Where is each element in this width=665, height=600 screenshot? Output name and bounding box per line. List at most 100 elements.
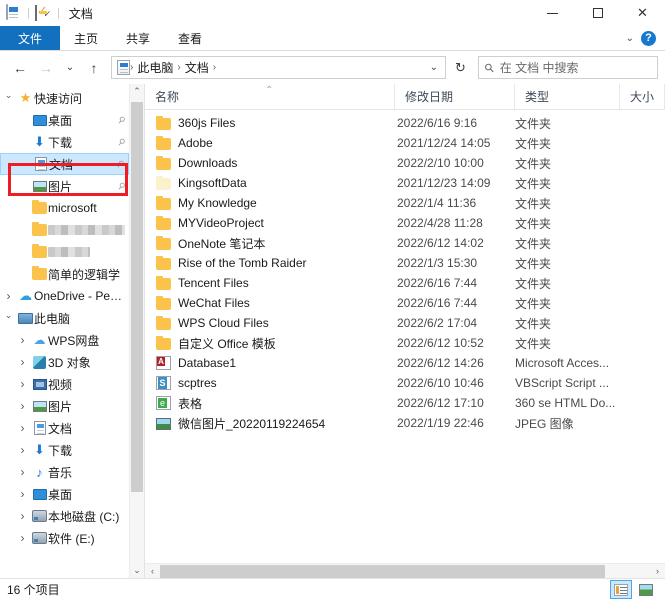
breadcrumb-separator-2[interactable]: › (213, 62, 216, 73)
sidebar-item-11[interactable]: ☁WPS网盘 (0, 329, 129, 351)
file-list-horizontal-scrollbar[interactable]: ‹ › (145, 563, 665, 578)
table-row[interactable]: Tencent Files 2022/6/16 7:44 文件夹 (145, 273, 665, 293)
up-button[interactable]: ↑ (82, 56, 106, 80)
close-button[interactable]: ✕ (620, 0, 665, 26)
sidebar-item-19[interactable]: 本地磁盘 (C:) (0, 505, 129, 527)
table-row[interactable]: 360js Files 2022/6/16 9:16 文件夹 (145, 113, 665, 133)
sidebar-scroll-up-icon[interactable]: ⌃ (130, 84, 144, 99)
sidebar-expander-16-icon[interactable] (14, 443, 31, 457)
maximize-button[interactable] (575, 0, 620, 26)
tab-view[interactable]: 查看 (164, 26, 216, 50)
sidebar-item-12[interactable]: 3D 对象 (0, 351, 129, 373)
sidebar-item-13[interactable]: 视频 (0, 373, 129, 395)
hscroll-thumb[interactable] (160, 564, 605, 578)
tab-home[interactable]: 主页 (60, 26, 112, 50)
column-header-date[interactable]: 修改日期 (395, 84, 515, 109)
explorer-document-icon[interactable] (6, 4, 22, 21)
breadcrumb[interactable]: › 此电脑 › 文档 › ⌄ (111, 56, 446, 79)
file-name-cell[interactable]: KingsoftData (145, 176, 395, 190)
breadcrumb-root-icon[interactable] (117, 60, 130, 75)
file-name-cell[interactable]: Tencent Files (145, 276, 395, 290)
back-button[interactable]: ← (8, 56, 32, 80)
address-dropdown-chevron-icon[interactable]: ⌄ (427, 62, 441, 73)
breadcrumb-item-documents[interactable]: 文档 (181, 59, 213, 76)
column-header-name[interactable]: 名称 ⌃ (145, 84, 395, 109)
file-name-cell[interactable]: 表格 (145, 395, 395, 412)
hscroll-right-icon[interactable]: › (650, 566, 665, 576)
file-name-cell[interactable]: My Knowledge (145, 196, 395, 210)
sidebar-expander-11-icon[interactable] (14, 333, 31, 347)
sidebar-expander-19-icon[interactable] (14, 509, 31, 523)
sidebar-scrollbar[interactable]: ⌃ ⌄ (129, 84, 144, 578)
sidebar-expander-15-icon[interactable] (14, 421, 31, 435)
sidebar-expander-0-icon[interactable] (0, 93, 17, 104)
sidebar-scroll-thumb[interactable] (131, 102, 143, 492)
file-name-cell[interactable]: WeChat Files (145, 296, 395, 310)
sidebar-item-20[interactable]: 软件 (E:) (0, 527, 129, 549)
forward-button[interactable]: → (34, 56, 58, 80)
sidebar-item-15[interactable]: 文档 (0, 417, 129, 439)
sidebar-item-4[interactable]: 图片 ⚲ (0, 175, 129, 197)
sidebar-expander-14-icon[interactable] (14, 399, 31, 413)
breadcrumb-item-this-pc[interactable]: 此电脑 (133, 59, 177, 76)
table-row[interactable]: Adobe 2021/12/24 14:05 文件夹 (145, 133, 665, 153)
file-name-cell[interactable]: 微信图片_20220119224654 (145, 415, 395, 432)
file-name-cell[interactable]: 自定义 Office 模板 (145, 335, 395, 352)
table-row[interactable]: KingsoftData 2021/12/23 14:09 文件夹 (145, 173, 665, 193)
column-header-size[interactable]: 大小 (620, 84, 665, 109)
table-row[interactable]: My Knowledge 2022/1/4 11:36 文件夹 (145, 193, 665, 213)
recent-locations-button[interactable]: ⌄ (60, 56, 80, 80)
sidebar-item-14[interactable]: 图片 (0, 395, 129, 417)
table-row[interactable]: 微信图片_20220119224654 2022/1/19 22:46 JPEG 图… (145, 413, 665, 433)
table-row[interactable]: Downloads 2022/2/10 10:00 文件夹 (145, 153, 665, 173)
file-name-cell[interactable]: Downloads (145, 156, 395, 170)
sidebar-expander-20-icon[interactable] (14, 531, 31, 545)
table-row[interactable]: WPS Cloud Files 2022/6/2 17:04 文件夹 (145, 313, 665, 333)
checkbox-icon[interactable] (34, 5, 37, 21)
sidebar-expander-13-icon[interactable] (14, 377, 31, 391)
sidebar-item-3[interactable]: 文档 ⚲ (0, 153, 129, 175)
sidebar-item-1[interactable]: 桌面 ⚲ (0, 109, 129, 131)
column-header-type[interactable]: 类型 (515, 84, 620, 109)
hscroll-track[interactable] (160, 564, 650, 579)
large-icons-view-button[interactable] (635, 580, 657, 599)
file-name-cell[interactable]: Adobe (145, 136, 395, 150)
minimize-button[interactable] (530, 0, 575, 26)
search-input[interactable]: ⚲ 在 文档 中搜索 (478, 56, 658, 79)
pin-icon[interactable]: ⚲ (116, 114, 127, 127)
sidebar-item-17[interactable]: ♪ 音乐 (0, 461, 129, 483)
sidebar-item-7[interactable] (0, 241, 129, 263)
sidebar-item-16[interactable]: ⬇下载 (0, 439, 129, 461)
table-row[interactable]: WeChat Files 2022/6/16 7:44 文件夹 (145, 293, 665, 313)
details-view-button[interactable] (610, 580, 632, 599)
pin-icon[interactable]: ⚲ (116, 136, 127, 149)
sidebar-item-9[interactable]: ☁OneDrive - Persc (0, 285, 129, 307)
pin-icon[interactable]: ⚲ (115, 158, 126, 171)
table-row[interactable]: MYVideoProject 2022/4/28 11:28 文件夹 (145, 213, 665, 233)
table-row[interactable]: scptres 2022/6/10 10:46 VBScript Script ..… (145, 373, 665, 393)
pin-icon[interactable]: ⚲ (116, 180, 127, 193)
refresh-button[interactable]: ↻ (448, 56, 473, 79)
sidebar-expander-12-icon[interactable] (14, 355, 31, 369)
sidebar-item-8[interactable]: 简单的逻辑学 (0, 263, 129, 285)
file-name-cell[interactable]: WPS Cloud Files (145, 316, 395, 330)
sidebar-expander-17-icon[interactable] (14, 465, 31, 479)
table-row[interactable]: 自定义 Office 模板 2022/6/12 10:52 文件夹 (145, 333, 665, 353)
sidebar-item-0[interactable]: ★快速访问 (0, 87, 129, 109)
file-name-cell[interactable]: OneNote 笔记本 (145, 235, 395, 252)
sidebar-expander-10-icon[interactable] (0, 313, 17, 324)
sidebar-item-10[interactable]: 此电脑 (0, 307, 129, 329)
hscroll-left-icon[interactable]: ‹ (145, 566, 160, 576)
ribbon-expand-chevron-icon[interactable]: ⌄ (626, 33, 634, 44)
help-icon[interactable]: ? (641, 30, 656, 46)
sidebar-item-6[interactable] (0, 219, 129, 241)
sidebar-scroll-down-icon[interactable]: ⌄ (130, 563, 144, 578)
file-name-cell[interactable]: MYVideoProject (145, 216, 395, 230)
sidebar-item-2[interactable]: ⬇ 下载 ⚲ (0, 131, 129, 153)
table-row[interactable]: 表格 2022/6/12 17:10 360 se HTML Do... (145, 393, 665, 413)
table-row[interactable]: OneNote 笔记本 2022/6/12 14:02 文件夹 (145, 233, 665, 253)
sidebar-expander-18-icon[interactable] (14, 487, 31, 501)
tab-share[interactable]: 共享 (112, 26, 164, 50)
file-name-cell[interactable]: Database1 (145, 356, 395, 370)
file-name-cell[interactable]: 360js Files (145, 116, 395, 130)
